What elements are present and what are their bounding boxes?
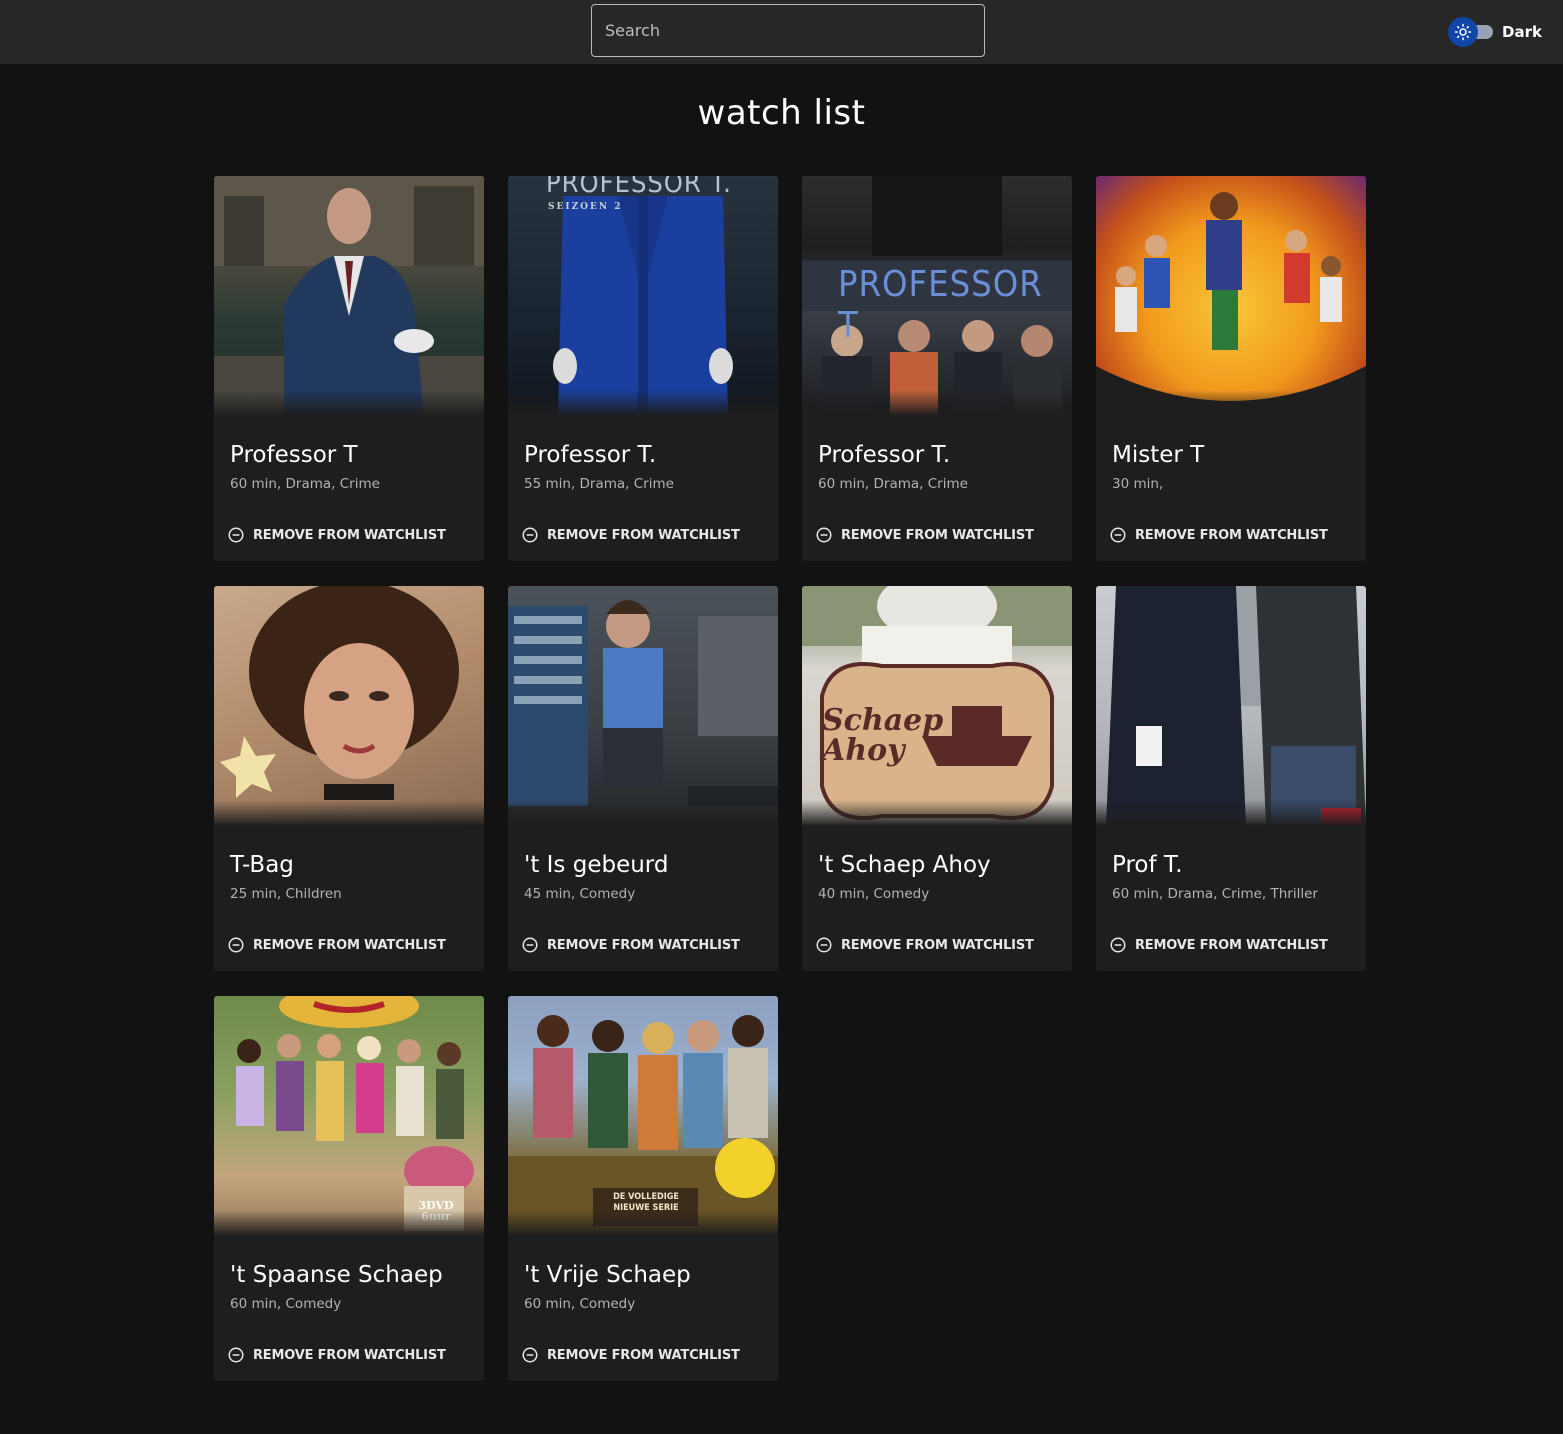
remove-circle-icon	[816, 527, 832, 543]
watchlist-card: DE VOLLEDIGE NIEUWE SERIE 't Vrije Schae…	[508, 996, 778, 1381]
card-title: 't Spaanse Schaep	[230, 1262, 443, 1288]
watchlist-grid: Professor T 60 min, Drama, Crime REMOVE …	[214, 176, 1366, 1381]
card-meta: 60 min, Comedy	[230, 1296, 342, 1312]
poster-image[interactable]	[214, 586, 484, 826]
watchlist-card: PROFESSOR T Professor T. 60 min, Drama, …	[802, 176, 1072, 561]
remove-label: REMOVE FROM WATCHLIST	[841, 527, 1034, 543]
card-meta: 30 min,	[1112, 476, 1164, 492]
page-title: watch list	[697, 93, 866, 133]
remove-from-watchlist-button[interactable]: REMOVE FROM WATCHLIST	[1109, 526, 1328, 544]
card-meta: 60 min, Drama, Crime	[230, 476, 380, 492]
remove-circle-icon	[1110, 527, 1126, 543]
remove-from-watchlist-button[interactable]: REMOVE FROM WATCHLIST	[227, 936, 446, 954]
watchlist-card: 3DVD 6uur 't Spaanse Schaep 60 min, Come…	[214, 996, 484, 1381]
remove-circle-icon	[522, 1347, 538, 1363]
card-title: 't Schaep Ahoy	[818, 852, 991, 878]
remove-from-watchlist-button[interactable]: REMOVE FROM WATCHLIST	[521, 1346, 740, 1364]
card-title: 't Vrije Schaep	[524, 1262, 691, 1288]
remove-circle-icon	[522, 937, 538, 953]
remove-label: REMOVE FROM WATCHLIST	[253, 527, 446, 543]
watchlist-card: Mister T 30 min, REMOVE FROM WATCHLIST	[1096, 176, 1366, 561]
theme-switch[interactable]	[1447, 17, 1495, 47]
card-title: Prof T.	[1112, 852, 1183, 878]
card-title: 't Is gebeurd	[524, 852, 669, 878]
remove-label: REMOVE FROM WATCHLIST	[547, 1347, 740, 1363]
remove-from-watchlist-button[interactable]: REMOVE FROM WATCHLIST	[521, 936, 740, 954]
poster-subtitle: SEIZOEN 2	[548, 202, 623, 212]
card-title: Mister T	[1112, 442, 1205, 468]
theme-toggle[interactable]: Dark	[1447, 16, 1542, 48]
poster-image[interactable]: Schaep Ahoy	[802, 586, 1072, 826]
poster-title: Schaep Ahoy	[822, 703, 944, 768]
remove-circle-icon	[816, 937, 832, 953]
remove-label: REMOVE FROM WATCHLIST	[1135, 937, 1328, 953]
theme-label: Dark	[1502, 23, 1542, 41]
remove-label: REMOVE FROM WATCHLIST	[547, 527, 740, 543]
watchlist-card: 't Is gebeurd 45 min, Comedy REMOVE FROM…	[508, 586, 778, 971]
remove-label: REMOVE FROM WATCHLIST	[841, 937, 1034, 953]
poster-caption: DE VOLLEDIGE NIEUWE SERIE	[613, 1192, 679, 1213]
search-field[interactable]	[591, 4, 985, 57]
poster-image[interactable]	[214, 176, 484, 416]
card-title: Professor T.	[818, 442, 951, 468]
card-title: Professor T	[230, 442, 358, 468]
remove-circle-icon	[1110, 937, 1126, 953]
card-meta: 55 min, Drama, Crime	[524, 476, 674, 492]
watchlist-card: T-Bag 25 min, Children REMOVE FROM WATCH…	[214, 586, 484, 971]
remove-label: REMOVE FROM WATCHLIST	[1135, 527, 1328, 543]
remove-circle-icon	[228, 1347, 244, 1363]
poster-image[interactable]	[508, 586, 778, 826]
remove-circle-icon	[522, 527, 538, 543]
remove-from-watchlist-button[interactable]: REMOVE FROM WATCHLIST	[227, 526, 446, 544]
poster-title: PROFESSOR T	[838, 264, 1043, 346]
poster-image[interactable]: DE VOLLEDIGE NIEUWE SERIE	[508, 996, 778, 1236]
remove-label: REMOVE FROM WATCHLIST	[547, 937, 740, 953]
card-meta: 60 min, Drama, Crime	[818, 476, 968, 492]
remove-circle-icon	[228, 937, 244, 953]
remove-from-watchlist-button[interactable]: REMOVE FROM WATCHLIST	[521, 526, 740, 544]
top-app-bar: Dark	[0, 0, 1563, 64]
remove-label: REMOVE FROM WATCHLIST	[253, 1347, 446, 1363]
remove-from-watchlist-button[interactable]: REMOVE FROM WATCHLIST	[815, 936, 1034, 954]
search-input[interactable]	[592, 5, 984, 56]
poster-image[interactable]: 3DVD 6uur	[214, 996, 484, 1236]
poster-badge: 3DVD 6uur	[418, 1199, 454, 1223]
poster-image[interactable]	[1096, 176, 1366, 416]
card-meta: 60 min, Comedy	[524, 1296, 636, 1312]
watchlist-card: Professor T 60 min, Drama, Crime REMOVE …	[214, 176, 484, 561]
poster-image[interactable]: PROFESSOR T	[802, 176, 1072, 416]
remove-from-watchlist-button[interactable]: REMOVE FROM WATCHLIST	[227, 1346, 446, 1364]
remove-from-watchlist-button[interactable]: REMOVE FROM WATCHLIST	[1109, 936, 1328, 954]
remove-from-watchlist-button[interactable]: REMOVE FROM WATCHLIST	[815, 526, 1034, 544]
card-meta: 25 min, Children	[230, 886, 342, 902]
poster-title: PROFESSOR T.	[546, 176, 732, 199]
poster-image[interactable]	[1096, 586, 1366, 826]
watchlist-card: Prof T. 60 min, Drama, Crime, Thriller R…	[1096, 586, 1366, 971]
remove-circle-icon	[228, 527, 244, 543]
card-title: T-Bag	[230, 852, 294, 878]
poster-image[interactable]: PROFESSOR T. SEIZOEN 2	[508, 176, 778, 416]
watchlist-card: Schaep Ahoy 't Schaep Ahoy 40 min, Comed…	[802, 586, 1072, 971]
remove-label: REMOVE FROM WATCHLIST	[253, 937, 446, 953]
card-meta: 60 min, Drama, Crime, Thriller	[1112, 886, 1318, 902]
sun-icon	[1448, 17, 1478, 47]
card-meta: 45 min, Comedy	[524, 886, 636, 902]
watchlist-card: PROFESSOR T. SEIZOEN 2 Professor T. 55 m…	[508, 176, 778, 561]
card-title: Professor T.	[524, 442, 657, 468]
card-meta: 40 min, Comedy	[818, 886, 930, 902]
